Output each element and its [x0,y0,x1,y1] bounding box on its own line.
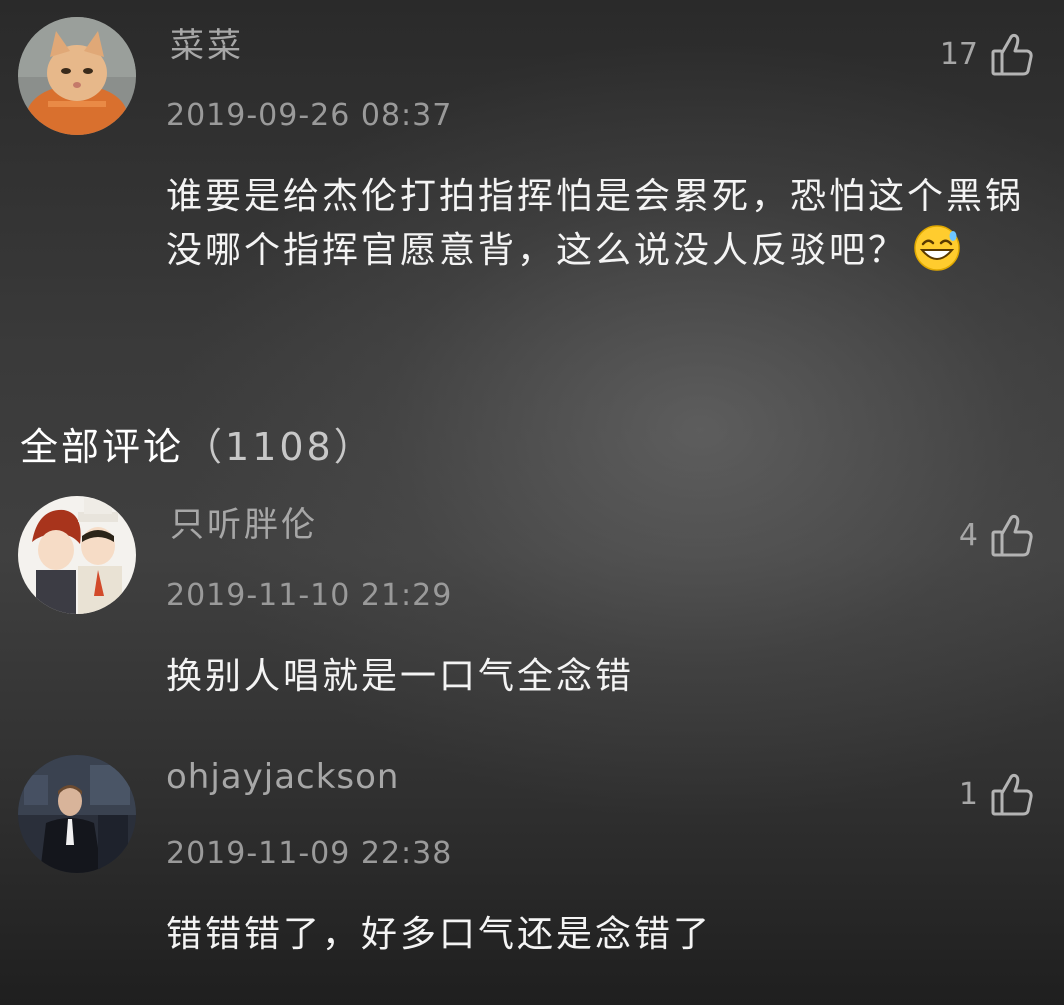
like-button[interactable]: 4 [959,510,1034,560]
username[interactable]: 只听胖伦 [170,497,318,546]
timestamp: 2019-11-09 22:38 [166,836,453,871]
comment-text: 换别人唱就是一口气全念错 [166,656,635,697]
avatar[interactable] [18,496,136,614]
avatar[interactable] [18,17,136,135]
comment-text-content: 谁要是给杰伦打拍指挥怕是会累死，恐怕这个黑锅没哪个指挥官愿意背，这么说没人反驳吧… [166,176,1025,271]
thumbs-up-icon [990,31,1034,77]
like-button[interactable]: 17 [940,29,1034,79]
thumbs-up-icon [990,771,1034,817]
like-button[interactable]: 1 [959,769,1034,819]
timestamp: 2019-09-26 08:37 [166,98,453,133]
username[interactable]: 菜菜 [170,18,244,67]
person-photo-avatar-icon [18,755,136,873]
grinning-sweat-emoji-icon [913,224,961,272]
comment-text: 错错错了，好多口气还是念错了 [166,914,713,955]
comment-count: （1108） [184,425,375,469]
section-title: 全部评论 [20,425,185,469]
like-count: 17 [939,36,978,72]
comment-text: 谁要是给杰伦打拍指挥怕是会累死，恐怕这个黑锅没哪个指挥官愿意背，这么说没人反驳吧… [166,170,1026,278]
username[interactable]: ohjayjackson [166,757,399,797]
timestamp: 2019-11-10 21:29 [166,578,453,613]
thumbs-up-icon [990,512,1034,558]
avatar[interactable] [18,755,136,873]
cat-avatar-icon [18,17,136,135]
anime-characters-avatar-icon [18,496,136,614]
like-count: 1 [958,776,978,812]
like-count: 4 [958,517,978,553]
all-comments-header: 全部评论（1108） [20,416,375,471]
